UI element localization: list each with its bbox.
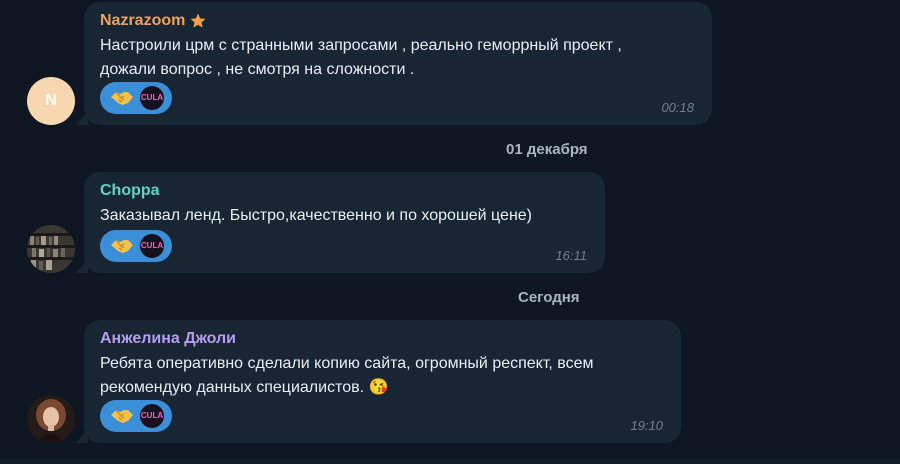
reaction-chip[interactable]: CULA	[100, 82, 172, 114]
bubble-tail	[76, 111, 88, 125]
reaction-user-avatar: CULA	[140, 404, 164, 428]
handshake-icon	[108, 234, 136, 258]
reaction-user-avatar: CULA	[140, 234, 164, 258]
star-icon	[190, 13, 206, 28]
message-text: Настроили црм с странными запросами , ре…	[100, 37, 622, 78]
handshake-icon	[108, 86, 136, 110]
reaction-user-avatar: CULA	[140, 86, 164, 110]
sender-name[interactable]: Nazrazoom	[100, 12, 696, 30]
message-bubble[interactable]: Анжелина Джоли Ребята оперативно сделали…	[76, 320, 681, 443]
sender-name[interactable]: Choppa	[100, 182, 589, 200]
avatar-letter: N	[45, 92, 57, 109]
reaction-chip[interactable]: CULA	[100, 230, 172, 262]
avatar-angelina[interactable]	[27, 395, 75, 443]
reaction-chip[interactable]: CULA	[100, 400, 172, 432]
bubble-tail	[76, 259, 88, 273]
bubble-tail	[76, 429, 88, 443]
woman-portrait-photo-icon	[27, 395, 75, 443]
message-time: 16:11	[555, 248, 587, 263]
sender-label: Анжелина Джоли	[100, 330, 236, 347]
avatar-nazrazoom[interactable]: N	[27, 77, 75, 125]
date-separator: Сегодня	[518, 289, 580, 306]
sender-name[interactable]: Анжелина Джоли	[100, 330, 665, 348]
message-bubble[interactable]: Choppa Заказывал ленд. Быстро,качественн…	[76, 172, 605, 273]
message-time: 19:10	[630, 418, 663, 433]
sender-label: Nazrazoom	[100, 12, 186, 29]
message-bubble[interactable]: Nazrazoom Настроили црм с странными запр…	[76, 2, 712, 125]
date-separator: 01 декабря	[506, 141, 588, 158]
avatar-choppa[interactable]	[27, 225, 75, 273]
handshake-icon	[108, 404, 136, 428]
composer-edge	[0, 458, 900, 464]
message-time: 00:18	[661, 100, 694, 115]
message-text: Ребята оперативно сделали копию сайта, о…	[100, 355, 594, 396]
bookshelf-photo-icon	[27, 225, 75, 273]
message-text: Заказывал ленд. Быстро,качественно и по …	[100, 207, 532, 224]
sender-label: Choppa	[100, 182, 160, 199]
chat-history[interactable]: N Nazrazoom Настроили црм с странными за…	[0, 0, 900, 464]
